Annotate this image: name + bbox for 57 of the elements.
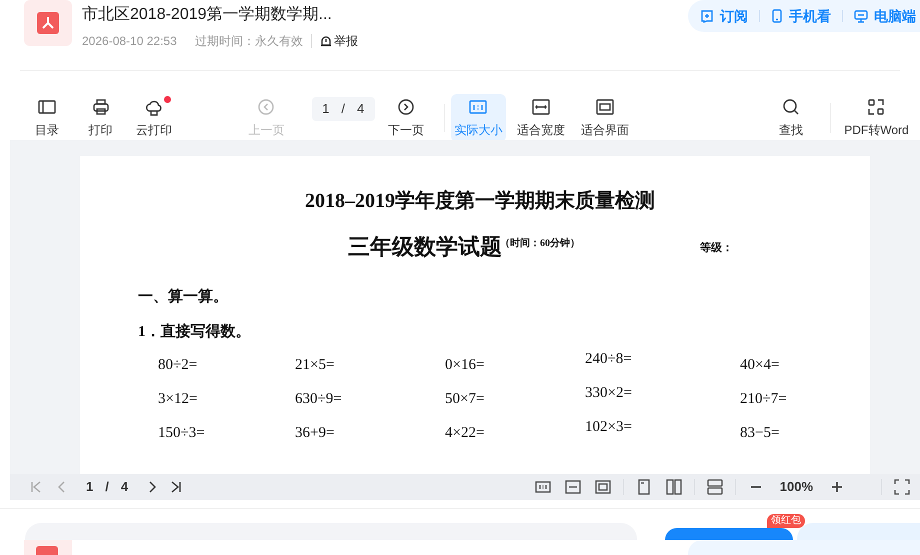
bookmark-plus-icon	[700, 9, 714, 23]
fit-page-icon[interactable]	[594, 479, 611, 495]
exam-title: 2018–2019学年度第一学期期末质量检测	[305, 188, 655, 214]
math-expression: 50×7=	[445, 390, 484, 409]
math-expression: 80÷2=	[158, 356, 198, 375]
actual-size-icon[interactable]	[534, 479, 551, 495]
fit-width-icon[interactable]	[564, 479, 581, 495]
math-expression: 4×22=	[445, 424, 484, 443]
math-expression: 330×2=	[585, 384, 632, 403]
math-expression: 630÷9=	[295, 390, 342, 409]
chevron-right-circle-icon	[396, 97, 416, 117]
expiry-text: 过期时间：永久有效	[194, 33, 303, 50]
toolbar-button[interactable]: 目录	[20, 94, 74, 142]
upload-date: 2026-08-10 22:53	[82, 33, 177, 50]
zoom-in-icon[interactable]	[829, 479, 845, 495]
promo-badge: 领红包	[767, 514, 805, 528]
fullscreen-icon[interactable]	[894, 479, 910, 495]
alarm-icon	[320, 35, 332, 47]
exam-time-note: （时间：60分钟）	[500, 238, 580, 249]
zoom-level: 100%	[780, 478, 813, 496]
toolbar-button[interactable]: 打印	[74, 94, 128, 142]
math-expression: 83−5=	[740, 424, 780, 443]
math-expression: 102×3=	[585, 418, 632, 437]
grade-label: 等级：	[700, 240, 733, 256]
toolbar-button[interactable]: 适合界面	[576, 94, 634, 142]
math-expression: 0×16=	[445, 356, 484, 375]
fit-width-icon	[531, 97, 552, 117]
last-page-icon[interactable]	[169, 480, 184, 494]
two-page-icon[interactable]	[666, 479, 682, 495]
fit-page-icon	[595, 97, 616, 117]
continuous-scroll-icon[interactable]	[706, 479, 723, 495]
question-text: 1．直接写得数。	[138, 322, 250, 342]
math-expression: 40×4=	[740, 356, 780, 375]
page-indicator: 1 / 4	[86, 478, 128, 496]
math-expression: 21×5=	[295, 356, 334, 375]
toolbar-button[interactable]: 适合宽度	[506, 94, 576, 142]
toolbar-button[interactable]: 下一页	[374, 94, 438, 142]
page-number-field[interactable]: 1 / 4	[312, 97, 375, 121]
printer-icon	[90, 97, 110, 117]
math-expression: 210÷7=	[740, 390, 787, 409]
math-expression: 240÷8=	[585, 350, 632, 369]
convert-icon	[866, 97, 886, 117]
single-page-icon[interactable]	[636, 479, 652, 495]
document-title: 市北区2018-2019第一学期数学期...	[82, 4, 333, 25]
phone-icon	[771, 9, 783, 23]
monitor-icon	[854, 9, 868, 23]
chevron-left-circle-icon	[256, 97, 276, 117]
math-expression: 36+9=	[295, 424, 334, 443]
math-expression: 150÷3=	[158, 424, 205, 443]
pdf-file-icon	[24, 0, 72, 46]
toolbar-button[interactable]: 查找	[754, 94, 828, 142]
exam-subtitle: 三年级数学试题	[348, 233, 502, 261]
save-to-cloud-button[interactable]	[665, 528, 793, 540]
section-heading: 一、算一算。	[138, 288, 228, 307]
math-expression: 3×12=	[158, 390, 198, 409]
report-link[interactable]: 举报	[320, 32, 358, 50]
toolbar-button[interactable]: PDF转Word	[833, 94, 920, 142]
